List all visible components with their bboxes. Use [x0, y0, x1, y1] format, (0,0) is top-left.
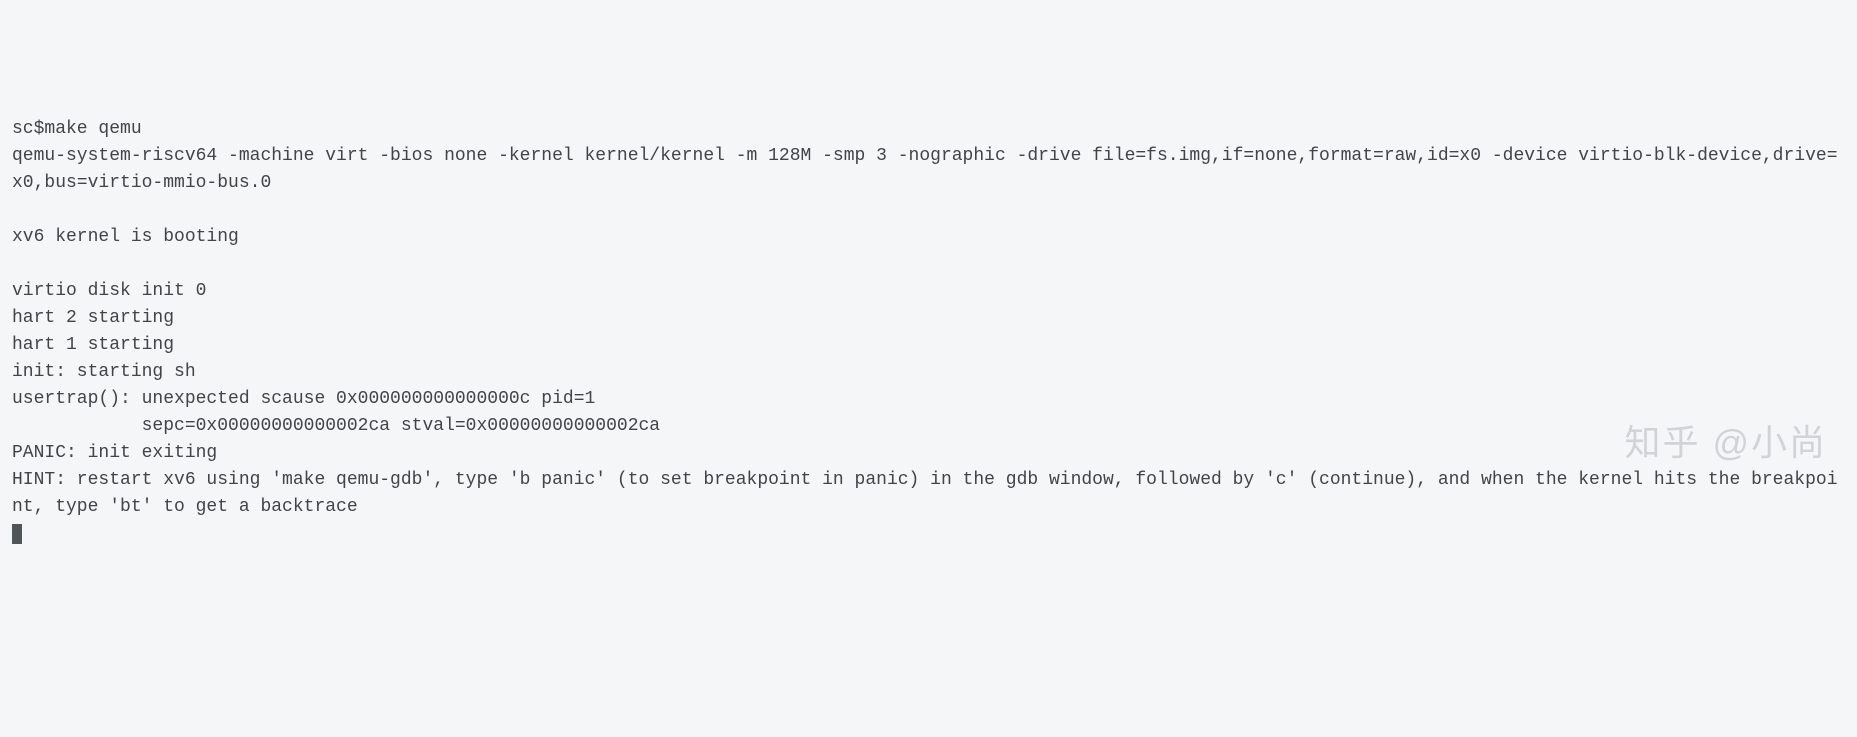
terminal-output: sc$make qemu qemu-system-riscv64 -machin… — [12, 116, 1845, 548]
output-line: init: starting sh — [12, 362, 196, 382]
output-line: sepc=0x00000000000002ca stval=0x00000000… — [12, 416, 660, 436]
shell-prompt: sc$ — [12, 119, 44, 139]
output-line: hart 1 starting — [12, 335, 174, 355]
command-text: make qemu — [44, 119, 141, 139]
terminal-cursor[interactable] — [12, 524, 22, 544]
output-line: hart 2 starting — [12, 308, 174, 328]
output-line: virtio disk init 0 — [12, 281, 206, 301]
output-line: qemu-system-riscv64 -machine virt -bios … — [12, 146, 1838, 193]
output-line: usertrap(): unexpected scause 0x00000000… — [12, 389, 595, 409]
output-line: PANIC: init exiting — [12, 443, 217, 463]
output-line: xv6 kernel is booting — [12, 227, 239, 247]
output-line: HINT: restart xv6 using 'make qemu-gdb',… — [12, 470, 1838, 517]
